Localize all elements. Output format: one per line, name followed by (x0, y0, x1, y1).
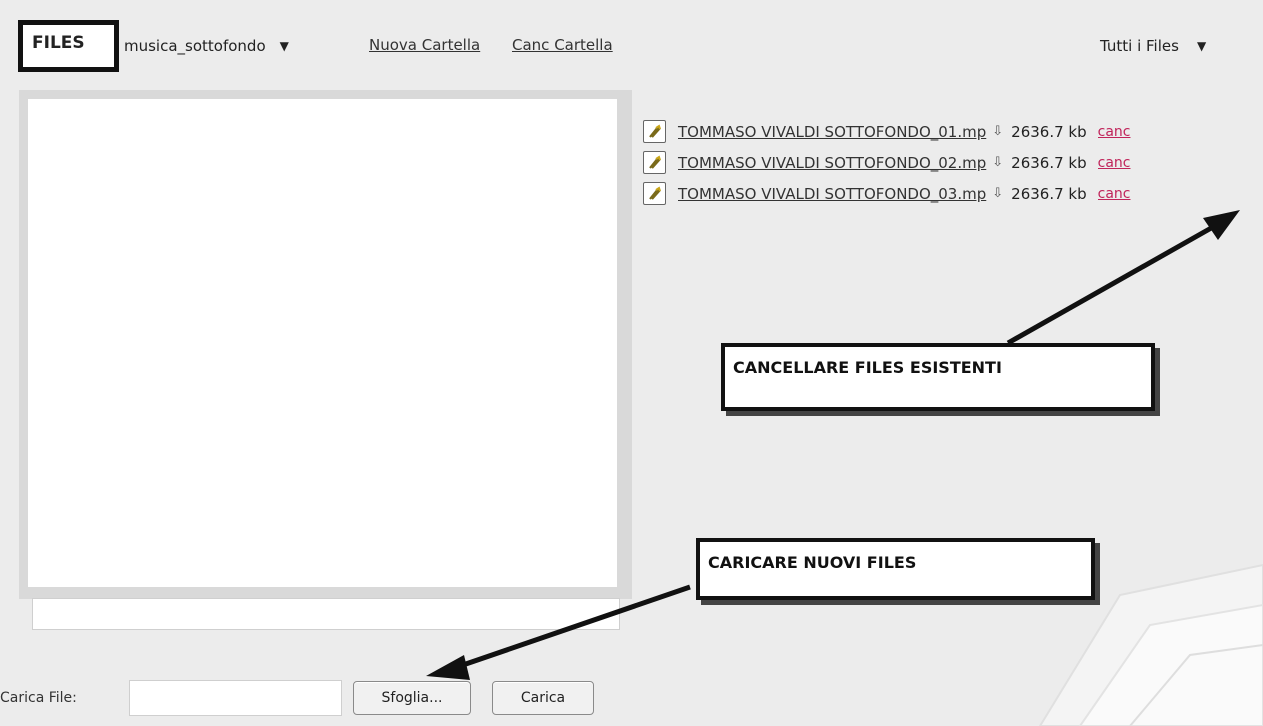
browse-button[interactable]: Sfoglia... (353, 681, 471, 715)
upload-label: Carica File: (0, 690, 77, 706)
arrow-head (1203, 210, 1240, 240)
arrow-head (426, 655, 470, 680)
upload-button[interactable]: Carica (492, 681, 594, 715)
upload-files-callout: CARICARE NUOVI FILES (696, 538, 1095, 600)
delete-files-callout: CANCELLARE FILES ESISTENTI (721, 343, 1155, 411)
upload-file-input[interactable] (129, 680, 342, 716)
